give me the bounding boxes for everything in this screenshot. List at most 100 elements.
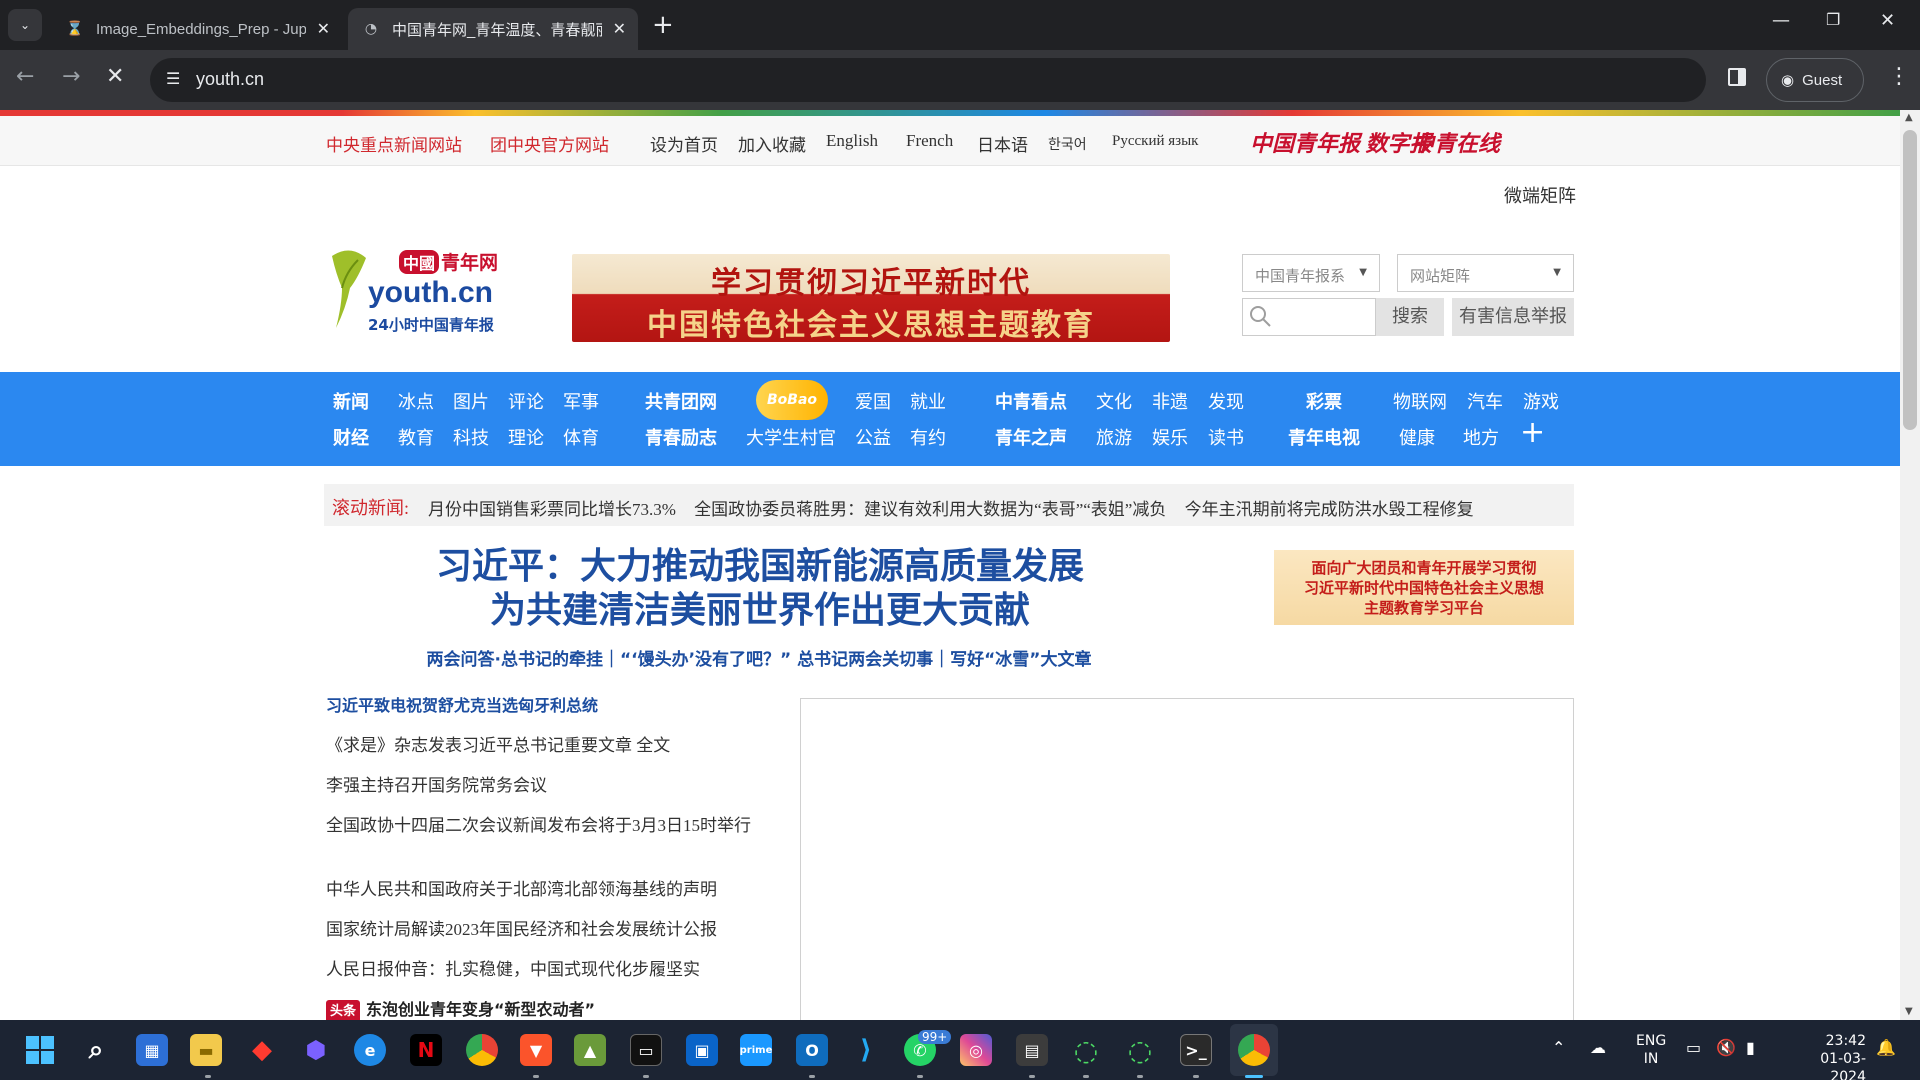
netflix-icon[interactable]: N <box>410 1034 442 1066</box>
new-tab-button[interactable]: + <box>652 12 674 38</box>
news-item[interactable]: 习近平致电祝贺舒尤克当选匈牙利总统 <box>326 694 766 718</box>
nav-heritage[interactable]: 非遗 <box>1152 388 1188 414</box>
link-cyd-digital[interactable]: 中国青年报 数字报 <box>1250 126 1432 158</box>
nav-bingdian[interactable]: 冰点 <box>398 388 434 414</box>
speaker-muted-icon[interactable]: 🔇 <box>1716 1038 1736 1057</box>
video-player-frame[interactable] <box>800 698 1574 1020</box>
link-micro-matrix[interactable]: 微端矩阵 <box>1504 182 1576 208</box>
nav-reading[interactable]: 读书 <box>1208 424 1244 450</box>
network-icon[interactable]: ▭ <box>1686 1038 1701 1057</box>
app-red-diamond-icon[interactable]: ◆ <box>246 1034 278 1066</box>
scroll-down-icon[interactable]: ▼ <box>1905 1006 1913 1017</box>
nav-military[interactable]: 军事 <box>563 388 599 414</box>
link-russian[interactable]: Русский язык <box>1112 133 1198 150</box>
ticker-item[interactable]: 全国政协委员蒋胜男：建议有效利用大数据为“表哥”“表姐”减负 <box>694 500 1166 519</box>
link-league-official[interactable]: 团中央官方网站 <box>490 131 609 156</box>
bobao-logo[interactable]: BoBao <box>756 380 828 420</box>
prime-video-icon[interactable]: prime <box>740 1034 772 1066</box>
nav-village-official[interactable]: 大学生村官 <box>746 424 836 450</box>
link-english[interactable]: English <box>826 131 878 151</box>
nav-health[interactable]: 健康 <box>1399 424 1435 450</box>
news-item[interactable]: 全国政协十四届二次会议新闻发布会将于3月3日15时举行 <box>326 814 766 838</box>
nav-travel[interactable]: 旅游 <box>1096 424 1132 450</box>
close-tab-icon[interactable]: ✕ <box>613 19 626 38</box>
minimize-icon[interactable]: — <box>1772 10 1790 31</box>
url-text[interactable]: youth.cn <box>196 69 264 90</box>
link-key-news-site[interactable]: 中央重点新闻网站 <box>326 131 462 156</box>
chrome-icon[interactable] <box>466 1034 498 1066</box>
nav-games[interactable]: 游戏 <box>1523 388 1559 414</box>
page-scrollbar[interactable]: ▲ ▼ <box>1900 110 1920 1020</box>
cloud-icon[interactable]: ☁ <box>1590 1038 1606 1057</box>
link-set-homepage[interactable]: 设为首页 <box>650 131 718 156</box>
news-item[interactable]: 国家统计局解读2023年国民经济和社会发展统计公报 <box>326 918 766 942</box>
study-platform-promo[interactable]: 面向广大团员和青年开展学习贯彻 习近平新时代中国特色社会主义思想 主题教育学习平… <box>1274 550 1574 625</box>
instagram-icon[interactable]: ◎ <box>960 1034 992 1066</box>
site-matrix-select[interactable]: 网站矩阵 <box>1397 254 1574 292</box>
close-tab-icon[interactable]: ✕ <box>317 19 330 38</box>
window-manager-icon[interactable]: ▤ <box>1016 1034 1048 1066</box>
link-add-favorite[interactable]: 加入收藏 <box>738 131 806 156</box>
nav-culture[interactable]: 文化 <box>1096 388 1132 414</box>
search-icon[interactable]: ⌕ <box>80 1034 112 1066</box>
nav-youth-tv[interactable]: 青年电视 <box>1288 424 1360 450</box>
tab-search-button[interactable]: ⌄ <box>8 9 42 41</box>
nav-lottery[interactable]: 彩票 <box>1306 388 1342 414</box>
scroll-up-icon[interactable]: ▲ <box>1905 112 1913 123</box>
store-icon[interactable]: ▦ <box>136 1034 168 1066</box>
chevron-up-icon[interactable]: ⌃ <box>1552 1038 1565 1057</box>
nav-patriotism[interactable]: 爱国 <box>855 388 891 414</box>
ring-app-2-icon[interactable]: ◌ <box>1124 1034 1156 1067</box>
menu-kebab-icon[interactable]: ⋮ <box>1888 66 1910 88</box>
close-window-icon[interactable]: ✕ <box>1880 10 1895 31</box>
nav-news[interactable]: 新闻 <box>333 388 369 414</box>
nav-iot[interactable]: 物联网 <box>1393 388 1447 414</box>
side-panel-icon[interactable] <box>1728 68 1746 86</box>
site-info-icon[interactable]: ☰ <box>166 69 180 88</box>
nav-youth-inspiration[interactable]: 青春励志 <box>645 424 717 450</box>
theme-education-banner[interactable]: 学习贯彻习近平新时代 中国特色社会主义思想主题教育 <box>572 254 1170 342</box>
headline[interactable]: 习近平：大力推动我国新能源高质量发展 为共建清洁美丽世界作出更大贡献 <box>380 545 1140 633</box>
nav-education[interactable]: 教育 <box>398 424 434 450</box>
report-harmful-button[interactable]: 有害信息举报 <box>1452 298 1574 336</box>
news-item[interactable]: 《求是》杂志发表习近平总书记重要文章 全文 <box>326 734 766 758</box>
nav-youth-voice[interactable]: 青年之声 <box>995 424 1067 450</box>
nav-entertainment[interactable]: 娱乐 <box>1152 424 1188 450</box>
tab-jupyter[interactable]: ⌛ Image_Embeddings_Prep - Jupyter ✕ <box>52 8 342 50</box>
forward-arrow-icon[interactable]: → <box>62 64 80 89</box>
restore-icon[interactable]: ❐ <box>1826 10 1840 29</box>
search-input[interactable] <box>1242 298 1376 336</box>
nav-youth-league[interactable]: 共青团网 <box>645 388 717 414</box>
copilot-icon[interactable]: ⬢ <box>300 1034 332 1066</box>
language-indicator[interactable]: ENG IN <box>1636 1032 1666 1068</box>
terminal-icon[interactable]: ▭ <box>630 1034 662 1066</box>
nav-sports[interactable]: 体育 <box>563 424 599 450</box>
window-app-icon[interactable]: ▣ <box>686 1034 718 1066</box>
bell-icon[interactable]: 🔔 <box>1876 1038 1896 1057</box>
chrome-active-icon[interactable] <box>1238 1034 1270 1066</box>
nav-finance[interactable]: 财经 <box>333 424 369 450</box>
news-item[interactable]: 李强主持召开国务院常务会议 <box>326 774 766 798</box>
nav-employment[interactable]: 就业 <box>910 388 946 414</box>
console-icon[interactable]: >_ <box>1180 1034 1212 1066</box>
link-korean[interactable]: 한국어 <box>1048 134 1087 154</box>
file-explorer-icon[interactable]: ▬ <box>190 1034 222 1066</box>
outlook-icon[interactable]: O <box>796 1034 828 1066</box>
address-bar[interactable]: ☰ youth.cn <box>150 58 1706 102</box>
brave-icon[interactable]: ▼ <box>520 1034 552 1066</box>
nav-theory[interactable]: 理论 <box>508 424 544 450</box>
profile-button[interactable]: ◉ Guest <box>1766 58 1864 102</box>
ring-app-icon[interactable]: ◌ <box>1070 1034 1102 1067</box>
nav-discover[interactable]: 发现 <box>1208 388 1244 414</box>
nav-photos[interactable]: 图片 <box>453 388 489 414</box>
nav-auto[interactable]: 汽车 <box>1467 388 1503 414</box>
ticker-item[interactable]: 月份中国销售彩票同比增长73.3% <box>428 500 676 519</box>
nav-local[interactable]: 地方 <box>1463 424 1499 450</box>
vscode-icon[interactable]: ⟩ <box>850 1034 882 1066</box>
headline-subs[interactable]: 两会问答·总书记的牵挂｜“‘馒头办’没有了吧？” 总书记两会关切事｜写好“冰雪”… <box>324 645 1194 670</box>
news-item[interactable]: 中华人民共和国政府关于北部湾北部领海基线的声明 <box>326 878 766 902</box>
link-japanese[interactable]: 日本语 <box>977 131 1028 156</box>
nav-zhongqing-kandian[interactable]: 中青看点 <box>995 388 1067 414</box>
stop-loading-icon[interactable]: ✕ <box>106 64 124 89</box>
photos-icon[interactable]: ▲ <box>574 1034 606 1066</box>
